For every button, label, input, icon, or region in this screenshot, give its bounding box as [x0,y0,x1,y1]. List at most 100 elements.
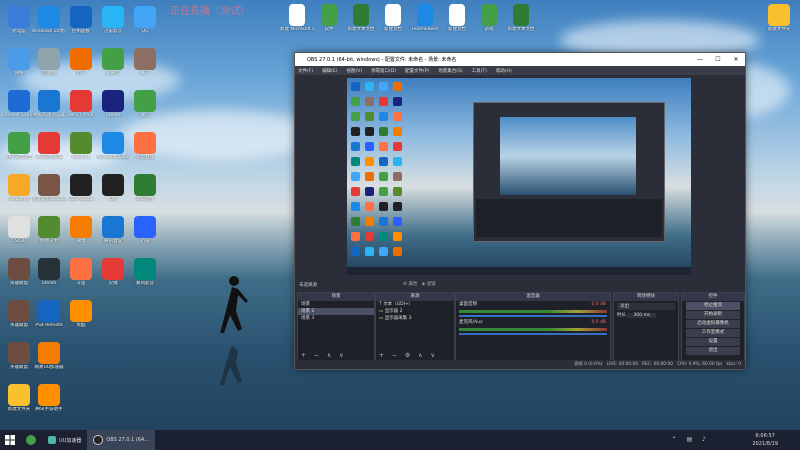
obs-titlebar[interactable]: OBS 27.0.1 (64-bit, windows) - 配置文件: 未命名… [295,53,745,66]
desktop-icon[interactable]: 360安全卫士 [2,132,36,160]
scene-item[interactable]: 场景 3 [298,315,374,322]
desktop-icon[interactable]: Steam [96,90,130,118]
desktop-file[interactable]: 游戏 [472,4,506,32]
filters-button[interactable]: 滤镜 [427,282,436,287]
desktop-folder-right[interactable]: 新建文件夹 [762,4,796,32]
duration-input[interactable]: 300 ms [627,313,657,318]
menu-file[interactable]: 文件(F) [298,68,313,74]
studio-mode-button[interactable]: 工作室模式 [686,329,740,337]
gear-icon[interactable]: ⚙ [403,282,407,287]
desktop-file[interactable]: 新建文档 [440,4,474,32]
start-virtual-camera-button[interactable]: 启动虚拟摄像机 [686,320,740,328]
menu-help[interactable]: 帮助(H) [496,68,512,74]
desktop-icon[interactable]: 微信 [128,90,162,118]
app-icon [8,48,30,70]
preview-mini-icon [351,142,360,151]
desktop-icon[interactable]: 腾讯会议 [96,216,130,244]
menu-tools[interactable]: 工具(T) [472,68,487,74]
desktop-file[interactable]: 新建文本文档 [344,4,378,32]
desktop-icon[interactable]: 新建文件夹 [2,384,36,412]
app-icon [102,216,124,238]
desktop-icon[interactable]: QQ [128,6,162,34]
menu-docks[interactable]: 停靠窗口(D) [371,68,396,74]
volume-slider[interactable] [459,315,607,317]
desktop-icon[interactable]: OBS Studio [64,174,98,202]
desktop-icon[interactable]: Microsoft Edge [96,132,130,160]
desktop-icon[interactable]: 360软件 [128,174,162,202]
desktop-icon[interactable]: 网易UU加速器 [32,342,66,370]
desktop-icon[interactable]: WeGame [2,174,36,202]
desktop-icon[interactable]: 英雄联盟WeGame版 [32,174,66,202]
desktop-icon[interactable]: Windows 10激活 [32,6,66,34]
obs-preview[interactable] [347,78,691,275]
taskbar-360-icon[interactable] [20,430,42,450]
menu-view[interactable]: 视图(V) [346,68,362,74]
source-item[interactable]: ▭ 显示器 2 [376,308,454,315]
volume-slider[interactable] [459,333,607,335]
preview-mini-icon [393,112,402,121]
close-icon[interactable]: ✕ [727,56,745,63]
settings-button[interactable]: 设置 [686,338,740,346]
desktop-icon[interactable]: 网络 [2,48,36,76]
preview-mini-icon [379,172,388,181]
taskbar-obs-item[interactable]: OBS 27.0.1 (64... [87,430,155,450]
windows-start-button[interactable] [0,430,20,450]
source-item[interactable]: ▭ 显示器采集 3 [376,315,454,322]
desktop-icon[interactable]: Internet Explorer [2,90,36,118]
desktop-icon[interactable]: 控制面板 [64,6,98,34]
desktop-icon[interactable]: 用户 [64,48,98,76]
taskbar-uu-item[interactable]: UU加速器 [42,430,87,450]
transition-select[interactable]: 淡出 [617,303,675,310]
source-item[interactable]: T 文本（GDI+） [376,301,454,308]
desktop-icon[interactable]: 迅雷 [128,216,162,244]
obs-window[interactable]: OBS 27.0.1 (64-bit, windows) - 配置文件: 未命名… [294,52,746,370]
desktop-icon[interactable]: 迅雷影音 [96,6,130,34]
scene-controls[interactable]: + − ∧ ∨ [301,352,347,359]
preview-mini-icon [351,157,360,166]
desktop-icon[interactable]: 微博 [64,216,98,244]
desktop-icon[interactable]: 英雄联盟 [2,258,36,286]
properties-button[interactable]: 属性 [408,282,417,287]
desktop-icon[interactable]: Steam [32,258,66,286]
desktop-icon[interactable]: 账户 [128,48,162,76]
stop-streaming-button[interactable]: 停止推流 [686,302,740,310]
desktop-icon[interactable]: 此电脑 [2,6,36,34]
desktop-file[interactable]: 新建文档 [376,4,410,32]
desktop-icon[interactable]: QQ [96,174,130,202]
filter-icon[interactable]: ◈ [422,282,425,287]
desktop-file[interactable]: 新建文本文档 [504,4,538,32]
desktop-icon[interactable]: WPS Office [64,90,98,118]
desktop-icon[interactable]: CS:GO [2,216,36,244]
desktop-icon[interactable]: 回收站 [32,48,66,76]
system-tray[interactable]: ⌃ ▤ ♪ [672,436,710,443]
exit-button[interactable]: 退出 [686,347,740,355]
desktop-file[interactable]: TeamViewer [408,4,442,32]
scene-item[interactable]: 场景 [298,301,374,308]
sources-dock: 来源 T 文本（GDI+） ▭ 显示器 2 ▭ 显示器采集 3 + − ⚙ ∧ … [375,292,455,362]
desktop-file[interactable]: 软件 [312,4,346,32]
desktop-icon[interactable]: 火绒 [96,258,130,286]
desktop-icon[interactable]: 斗鱼 [64,258,98,286]
desktop-icon[interactable]: GeForce [64,132,98,160]
desktop-icon[interactable]: 英雄联盟 [2,342,36,370]
desktop-icon[interactable]: PS4 Remote [32,300,66,328]
menu-edit[interactable]: 编辑(E) [322,68,337,74]
desktop-icon[interactable]: 360软件管家 [32,132,66,160]
desktop-icon[interactable]: 爱奇艺 [96,48,130,76]
minimize-icon[interactable]: — [691,56,709,63]
desktop-icon[interactable]: 暴风影音 [128,258,162,286]
desktop-icon[interactable]: 英雄联盟 [2,300,36,328]
menu-profile[interactable]: 配置文件(P) [405,68,429,74]
maximize-icon[interactable]: ☐ [709,56,727,63]
scene-item[interactable]: 场景 2 [298,308,374,315]
menu-scene-collection[interactable]: 场景集合(S) [438,68,462,74]
desktop-icon[interactable]: 斗鱼直播 [128,132,162,160]
desktop-icon[interactable]: 腾讯手游助手 [32,384,66,412]
start-recording-button[interactable]: 开始录制 [686,311,740,319]
desktop-file[interactable]: 新建 Microsoft Excel 工作表 [280,4,314,32]
desktop-icon[interactable]: 搜狗高速浏览器 [32,90,66,118]
taskbar-clock[interactable]: 6:06:57 2021/8/19 [752,432,778,448]
source-controls[interactable]: + − ⚙ ∧ ∨ [379,352,438,359]
desktop-icon[interactable]: 优酷 [64,300,98,328]
desktop-icon[interactable]: 绝地求生 [32,216,66,244]
